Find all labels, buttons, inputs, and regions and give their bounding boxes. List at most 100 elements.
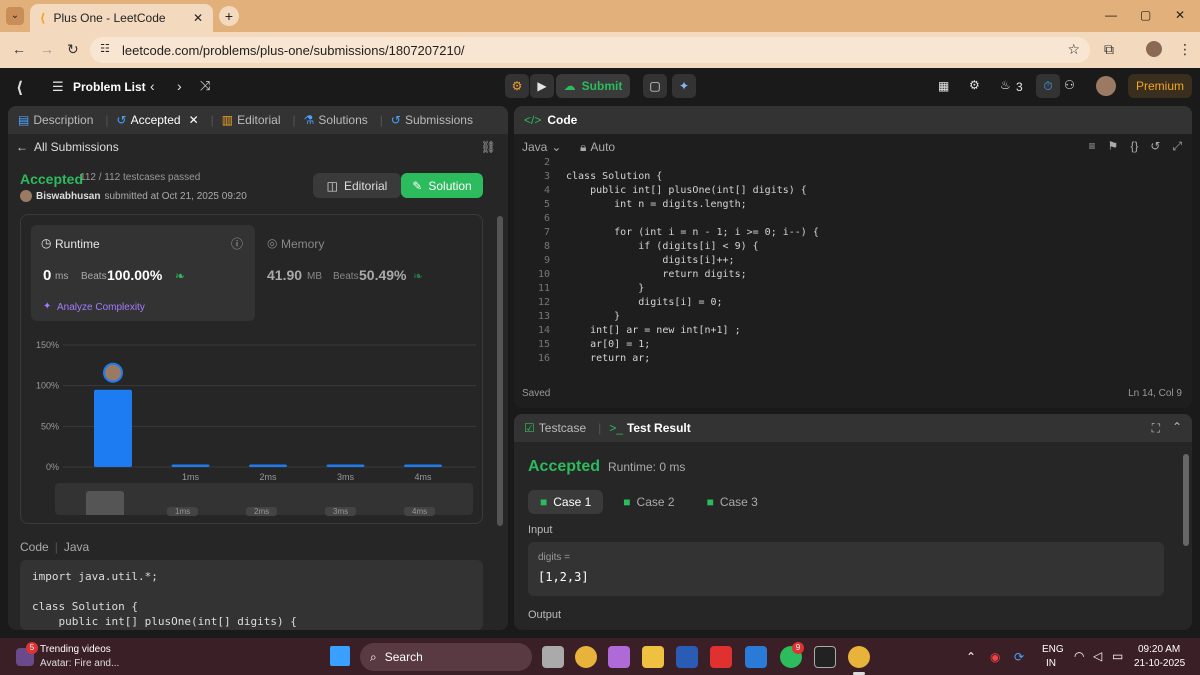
bookmark-star-icon[interactable]: ☆ (1067, 41, 1080, 58)
clock-time[interactable]: 09:20 AM (1138, 644, 1180, 655)
tab-list-button[interactable]: ⌄ (6, 7, 24, 25)
analyze-complexity-link[interactable]: Analyze Complexity (57, 302, 145, 313)
premium-button[interactable]: Premium (1128, 74, 1192, 98)
file-explorer-icon[interactable] (642, 646, 664, 668)
solution-button[interactable]: ✎ Solution (401, 173, 483, 198)
runtime-card[interactable]: ◷ Runtime ⓘ 0 ms Beats 100.00% ❧ ✦ Analy… (31, 225, 255, 321)
reload-icon[interactable]: ↻ (67, 41, 79, 58)
tray-app-icon[interactable]: ◉ (990, 650, 1000, 664)
add-user-icon[interactable]: ⚇ (1064, 78, 1075, 92)
tray-sync-icon[interactable]: ⟳ (1014, 650, 1024, 664)
runtime-bar[interactable] (94, 389, 132, 467)
site-info-icon[interactable]: ☷ (100, 42, 110, 55)
settings-gear-icon[interactable]: ⚙ (969, 78, 980, 92)
fullscreen-icon[interactable]: ⤢ (1172, 139, 1182, 154)
lang-region[interactable]: IN (1046, 658, 1056, 669)
mini-tick-4ms: 4ms (404, 507, 436, 516)
layout-icon[interactable]: ▦ (938, 79, 949, 93)
braces-icon[interactable]: {} (1130, 139, 1138, 154)
profile-avatar[interactable] (1146, 41, 1162, 57)
chrome-active-icon[interactable] (848, 646, 870, 668)
format-icon[interactable]: ≡ (1089, 139, 1096, 154)
notes-icon[interactable]: ▢ (643, 74, 667, 98)
maximize-icon[interactable]: ▢ (1140, 8, 1151, 22)
word-icon[interactable] (676, 646, 698, 668)
wifi-icon[interactable]: ◠ (1074, 649, 1084, 663)
runtime-bar[interactable] (404, 464, 442, 467)
chrome-icon[interactable] (575, 646, 597, 668)
link-icon[interactable]: ⛓ (481, 140, 496, 154)
run-icon[interactable]: ▶ (530, 74, 554, 98)
next-problem-icon[interactable]: › (177, 78, 182, 94)
submitter-name[interactable]: Biswabhusan (36, 191, 100, 202)
search-box[interactable]: ⌕ Search (360, 643, 532, 671)
forward-icon[interactable]: → (40, 41, 54, 57)
tab-description[interactable]: ▤ Description (18, 113, 93, 127)
browser-menu-icon[interactable]: ⋮ (1178, 41, 1192, 58)
shuffle-icon[interactable]: ⤨ (200, 78, 210, 94)
input-box[interactable]: digits = [1,2,3] (528, 542, 1164, 596)
language-select[interactable]: Java ⌄ (522, 140, 561, 154)
extensions-icon[interactable]: ⧉ (1104, 41, 1114, 58)
close-tab-icon[interactable]: ✕ (193, 11, 203, 25)
debug-icon[interactable]: ⚙ (505, 74, 529, 98)
collapse-up-icon[interactable]: ⌃ (1172, 420, 1182, 434)
tab-solutions[interactable]: ⚗ Solutions (304, 113, 368, 127)
runtime-bar[interactable] (171, 464, 210, 467)
tab-accepted[interactable]: ↺ Accepted ✕ (117, 113, 199, 127)
left-scrollbar[interactable] (497, 216, 503, 526)
tab-testcase[interactable]: ☑ Testcase (524, 421, 586, 435)
minimize-icon[interactable]: — (1105, 8, 1117, 22)
leetcode-logo-icon[interactable]: ⟨ (16, 78, 23, 98)
back-icon[interactable]: ← (12, 41, 26, 57)
tab-editorial[interactable]: ▥ Editorial (222, 113, 281, 127)
streak-count[interactable]: 3 (1016, 80, 1023, 94)
start-button[interactable] (330, 646, 350, 666)
case-1-tab[interactable]: ■ Case 1 (528, 490, 604, 514)
tray-chevron-icon[interactable]: ⌃ (966, 650, 976, 664)
info-icon[interactable]: ⓘ (231, 235, 243, 252)
scrubber-handle[interactable] (86, 491, 124, 515)
intellij-icon[interactable] (814, 646, 836, 668)
submitted-code-block[interactable]: import java.util.*; class Solution { pub… (20, 560, 483, 630)
browser-tab[interactable]: ⟨ Plus One - LeetCode ✕ (30, 4, 213, 32)
expand-icon[interactable]: ⛶ (1152, 421, 1160, 436)
chart-scrubber[interactable]: 1ms 2ms 3ms 4ms (55, 483, 473, 516)
close-window-icon[interactable]: ✕ (1175, 8, 1185, 22)
new-tab-button[interactable]: + (219, 6, 239, 26)
url-bar[interactable]: ☷ leetcode.com/problems/plus-one/submiss… (90, 37, 1090, 63)
result-scrollbar[interactable] (1183, 454, 1189, 546)
memory-card[interactable]: ◎ Memory 41.90 MB Beats 50.49% ❧ (265, 225, 475, 321)
close-tab-icon[interactable]: ✕ (189, 113, 199, 127)
youtube-icon[interactable] (710, 646, 732, 668)
prev-problem-icon[interactable]: ‹ (150, 78, 155, 94)
lang-code[interactable]: ENG (1042, 644, 1064, 655)
timer-icon[interactable]: ⏱ (1036, 74, 1060, 98)
case-2-tab[interactable]: ■ Case 2 (611, 490, 686, 514)
tab-accepted-label: Accepted (130, 113, 181, 127)
tab-test-result[interactable]: >_ Test Result (609, 421, 690, 435)
copilot-icon[interactable] (608, 646, 630, 668)
trending-subtitle[interactable]: Avatar: Fire and... (40, 658, 119, 669)
runtime-bar[interactable] (249, 464, 287, 467)
submit-button[interactable]: ☁ Submit (556, 74, 630, 98)
runtime-bar[interactable] (326, 464, 365, 467)
vscode-icon[interactable] (745, 646, 767, 668)
bookmark-icon[interactable]: ⚑ (1108, 139, 1119, 154)
editorial-button[interactable]: ◫ Editorial (313, 173, 401, 198)
user-avatar[interactable] (1096, 76, 1116, 96)
ai-sparkle-icon[interactable]: ✦ (672, 74, 696, 98)
reset-icon[interactable]: ↺ (1150, 139, 1160, 154)
all-submissions-link[interactable]: ← All Submissions (16, 140, 119, 154)
clock-date[interactable]: 21-10-2025 (1134, 658, 1185, 669)
auto-mode[interactable]: 🔒︎ Auto (580, 140, 615, 155)
case-3-tab[interactable]: ■ Case 3 (695, 490, 770, 514)
battery-icon[interactable]: ▭ (1112, 649, 1123, 663)
code-editor[interactable]: 2 3 class Solution {4 public int[] plusOne… (522, 156, 1172, 372)
task-view-icon[interactable] (542, 646, 564, 668)
editor-code-line: 15 ar[0] = 1; (522, 338, 1172, 352)
problem-list-link[interactable]: Problem List (73, 80, 146, 94)
volume-icon[interactable]: ◁ (1093, 649, 1102, 663)
trending-title[interactable]: Trending videos (40, 644, 111, 655)
tab-submissions[interactable]: ↺ Submissions (391, 113, 473, 127)
